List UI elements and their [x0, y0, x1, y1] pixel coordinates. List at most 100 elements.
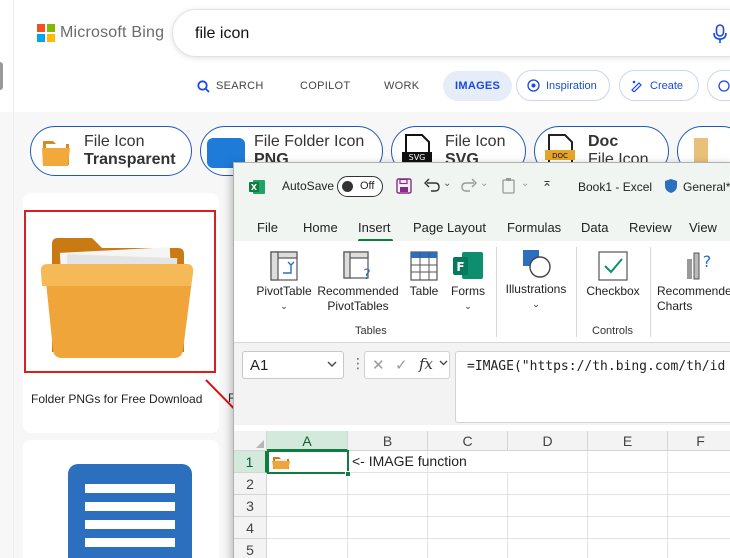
cell[interactable] — [348, 517, 428, 539]
forms-button[interactable]: F Forms ⌄ — [448, 251, 488, 314]
table-label: Table — [409, 284, 439, 298]
cell[interactable] — [267, 539, 348, 558]
toggle-knob — [342, 181, 353, 192]
tab-home[interactable]: Home — [303, 220, 338, 235]
excel-logo-icon: X — [249, 180, 265, 194]
row-header-1[interactable]: 1 — [234, 451, 267, 473]
forms-label: Forms — [451, 284, 485, 298]
cell[interactable] — [588, 495, 668, 517]
undo-dropdown-icon[interactable]: ⌄ — [443, 178, 451, 189]
redo-dropdown-icon[interactable]: ⌄ — [480, 178, 488, 189]
cell[interactable] — [267, 495, 348, 517]
cell[interactable] — [508, 473, 588, 495]
insert-function-icon[interactable]: fx — [419, 355, 433, 373]
checkbox-label: Checkbox — [586, 284, 640, 298]
cell-b1[interactable]: <- IMAGE function — [348, 451, 467, 473]
tab-page-layout[interactable]: Page Layout — [413, 220, 486, 235]
select-all-button[interactable] — [234, 431, 267, 451]
cell[interactable] — [428, 495, 508, 517]
cell[interactable] — [348, 495, 428, 517]
row-header-3[interactable]: 3 — [234, 495, 267, 517]
ribbon-separator — [576, 247, 577, 337]
paste-dropdown-icon[interactable]: ⌄ — [521, 178, 529, 189]
tab-data[interactable]: Data — [581, 220, 608, 235]
chevron-down-icon: ⌄ — [280, 301, 288, 311]
svg-text:?: ? — [363, 267, 370, 281]
cell[interactable] — [508, 517, 588, 539]
chevron-down-icon: ⌄ — [464, 301, 472, 311]
ribbon-tabs: File Home Insert Page Layout Formulas Da… — [234, 211, 730, 241]
cell[interactable] — [668, 495, 730, 517]
autosave-state: Off — [360, 180, 375, 192]
cell[interactable] — [428, 517, 508, 539]
cell[interactable] — [348, 539, 428, 558]
row-header-4[interactable]: 4 — [234, 517, 267, 539]
cell[interactable] — [588, 451, 668, 473]
column-header-d[interactable]: D — [508, 431, 588, 451]
pivottable-button[interactable]: PivotTable ⌄ — [254, 251, 314, 314]
cell[interactable] — [588, 517, 668, 539]
save-icon[interactable] — [396, 178, 412, 194]
svg-text:?: ? — [703, 252, 712, 271]
paste-icon[interactable] — [501, 177, 517, 194]
app-name: Excel — [622, 180, 653, 194]
chevron-down-icon[interactable] — [439, 360, 448, 366]
enter-icon[interactable]: ✓ — [395, 356, 408, 374]
group-label-tables: Tables — [355, 325, 387, 337]
workbook-name: Book1 — [578, 180, 613, 194]
row-header-5[interactable]: 5 — [234, 539, 267, 558]
cell[interactable] — [508, 539, 588, 558]
shield-icon[interactable] — [664, 178, 678, 194]
cell-a1[interactable] — [267, 450, 349, 474]
recommended-charts-button[interactable]: ? Recommended Charts — [657, 251, 730, 314]
cell[interactable] — [348, 473, 428, 495]
autosave-toggle[interactable]: Off — [337, 176, 383, 197]
tab-formulas[interactable]: Formulas — [507, 220, 561, 235]
select-all-icon — [256, 440, 264, 448]
cell[interactable] — [668, 517, 730, 539]
chevron-down-icon[interactable] — [327, 361, 337, 368]
table-button[interactable]: Table — [406, 251, 442, 299]
tab-review[interactable]: Review — [629, 220, 672, 235]
ribbon: PivotTable ⌄ ? Recommended PivotTables T… — [234, 241, 730, 343]
tab-view[interactable]: View — [689, 220, 717, 235]
cell[interactable] — [508, 495, 588, 517]
recommended-pivottables-button[interactable]: ? Recommended PivotTables — [316, 251, 400, 314]
cell[interactable] — [668, 451, 730, 473]
formula-input[interactable]: =IMAGE("https://th.bing.com/th/id — [455, 351, 730, 423]
tab-insert[interactable]: Insert — [358, 220, 391, 235]
illustrations-label: Illustrations — [505, 282, 567, 296]
recommended-charts-label: Recommended Charts — [657, 284, 730, 313]
cancel-icon[interactable]: ✕ — [372, 356, 385, 374]
undo-icon[interactable] — [423, 177, 441, 193]
cell[interactable] — [428, 539, 508, 558]
redo-icon[interactable] — [460, 177, 478, 193]
sensitivity-label[interactable]: General* — [683, 180, 730, 194]
cell[interactable] — [267, 473, 348, 495]
cell[interactable] — [588, 539, 668, 558]
resize-handle-icon[interactable]: ⋮ — [351, 355, 365, 372]
column-header-f[interactable]: F — [668, 431, 730, 451]
cell[interactable] — [428, 451, 508, 473]
excel-titlebar: X AutoSave Off ⌄ ⌄ ⌄ ⌅ Book1 - Excel Gen… — [234, 163, 730, 211]
formula-controls: ✕ ✓ fx — [364, 351, 450, 379]
cell[interactable] — [508, 451, 588, 473]
svg-text:F: F — [456, 260, 464, 274]
column-header-b[interactable]: B — [348, 431, 428, 451]
cell[interactable] — [588, 473, 668, 495]
column-header-a[interactable]: A — [267, 431, 348, 451]
cell[interactable] — [267, 517, 348, 539]
name-box[interactable]: A1 — [242, 351, 344, 379]
checkbox-button[interactable]: Checkbox — [584, 251, 642, 299]
cell[interactable] — [668, 473, 730, 495]
tab-file[interactable]: File — [257, 220, 278, 235]
cell[interactable] — [428, 473, 508, 495]
customize-toolbar-icon[interactable]: ⌅ — [542, 175, 552, 189]
fill-handle[interactable] — [345, 471, 351, 477]
illustrations-button[interactable]: Illustrations ⌄ — [502, 249, 570, 312]
cell[interactable] — [668, 539, 730, 558]
column-header-e[interactable]: E — [588, 431, 668, 451]
ribbon-separator — [496, 247, 497, 337]
row-header-2[interactable]: 2 — [234, 473, 267, 495]
column-header-c[interactable]: C — [428, 431, 508, 451]
